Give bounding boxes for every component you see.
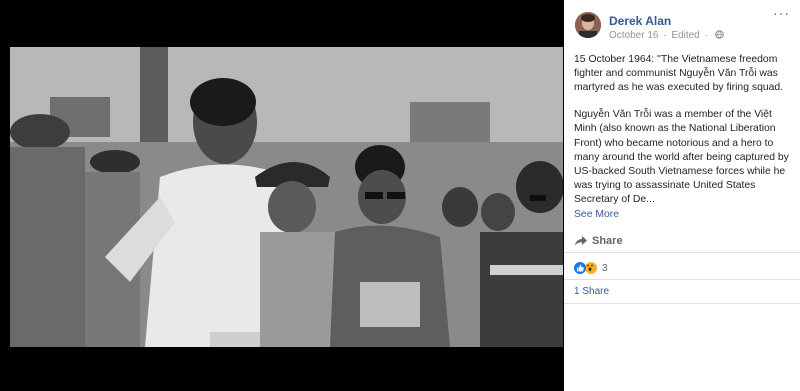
photo-image [10,47,563,347]
avatar-image [575,12,601,38]
photo-viewer [0,0,564,391]
post-date[interactable]: October 16 [609,30,658,41]
divider [564,279,800,280]
divider [564,252,800,253]
share-icon [575,236,587,246]
reaction-count: 3 [602,262,608,274]
post-photo[interactable] [10,47,563,347]
share-label: Share [592,235,623,247]
share-count-link[interactable]: 1 Share [574,286,609,297]
post-paragraph-2: Nguyễn Văn Trỗi was a member of the Việt… [574,108,792,222]
post-sidebar: Derek Alan October 16 · Edited · ··· 15 … [564,0,800,391]
reaction-summary[interactable]: 3 [574,260,608,276]
like-icon [574,262,586,274]
meta-separator: · [663,30,667,41]
see-more-link[interactable]: See More [574,209,619,220]
post-header: Derek Alan October 16 · Edited · [575,12,797,46]
post-paragraph-2-text: Nguyễn Văn Trỗi was a member of the Việt… [574,109,789,206]
post-meta: October 16 · Edited · [609,30,724,42]
meta-separator-2: · [704,30,708,41]
author-name[interactable]: Derek Alan [609,14,671,28]
post-paragraph-1: 15 October 1964: "The Vietnamese freedom… [574,54,784,94]
avatar[interactable] [575,12,601,38]
wow-icon [584,261,598,275]
share-button[interactable]: Share [574,233,623,249]
edited-label[interactable]: Edited [671,30,699,41]
divider [564,303,800,304]
post-text: 15 October 1964: "The Vietnamese freedom… [574,53,792,222]
globe-icon[interactable] [714,30,724,42]
more-options-button[interactable]: ··· [773,6,790,20]
